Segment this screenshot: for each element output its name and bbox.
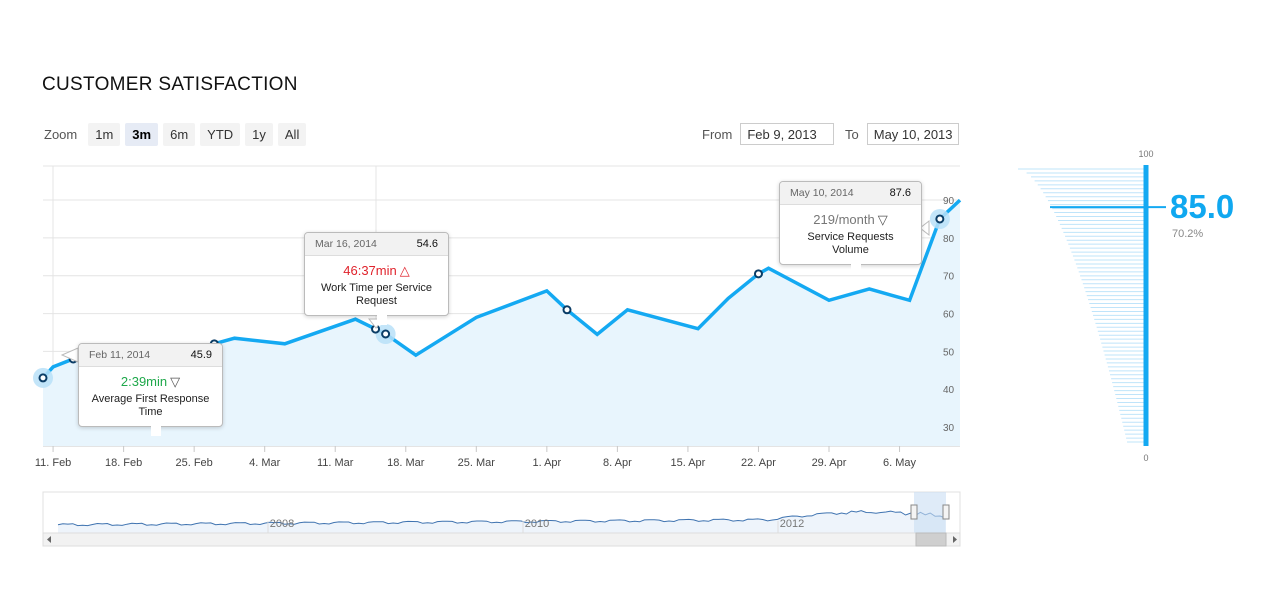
data-marker	[38, 373, 48, 383]
tooltip-request-volume: May 10, 2014 87.6 219/month ▽ Service Req…	[779, 181, 922, 274]
y-tick-label: 50	[943, 347, 955, 358]
tooltip-work-time: Mar 16, 2014 54.6 46:37min △ Work Time pe…	[304, 232, 449, 325]
tooltip-date: Feb 11, 2014	[89, 349, 151, 361]
x-tick-label: 29. Apr	[812, 457, 847, 469]
x-tick-label: 6. May	[883, 457, 917, 469]
navigator-year-label: 2012	[780, 518, 804, 530]
y-tick-label: 80	[943, 234, 955, 245]
triangle-up-icon: △	[399, 263, 410, 278]
gauge-percent: 70.2%	[1172, 228, 1204, 240]
tooltip-value: 45.9	[190, 349, 212, 361]
y-tick-label: 60	[943, 310, 955, 321]
x-tick-label: 25. Feb	[175, 457, 212, 469]
tooltip-label: Average First Response Time	[91, 393, 210, 418]
tooltip-metric: 2:39min	[120, 374, 168, 389]
triangle-down-icon: ▽	[170, 374, 181, 389]
x-tick-label: 18. Mar	[387, 457, 425, 469]
navigator-right-handle	[942, 504, 950, 520]
x-tick-label: 1. Apr	[532, 457, 561, 469]
x-tick-label: 18. Feb	[105, 457, 142, 469]
x-tick-label: 11. Feb	[35, 457, 72, 469]
main-chart[interactable]: 30 40 50 60 70 80 90 11. Feb 18. Feb 25. Feb 4. Ma…	[0, 0, 1280, 600]
triangle-down-icon: ▽	[877, 212, 888, 227]
gauge-max-label: 100	[1138, 149, 1153, 159]
navigator-year-label: 2010	[525, 518, 549, 530]
y-tick-label: 70	[943, 272, 955, 283]
tooltip-label: Work Time per Service Request	[320, 282, 433, 307]
x-tick-label: 15. Apr	[670, 457, 705, 469]
gauge-value: 85.0	[1170, 188, 1235, 225]
scrollbar-thumb	[915, 532, 947, 547]
x-tick-label: 8. Apr	[603, 457, 632, 469]
tooltip-value: 87.6	[889, 187, 911, 199]
x-tick-label: 11. Mar	[317, 457, 354, 469]
data-marker	[562, 305, 572, 315]
data-marker	[753, 269, 763, 279]
y-tick-label: 40	[943, 385, 955, 396]
gauge: 100 0	[1018, 149, 1166, 463]
y-tick-label: 90	[943, 196, 955, 207]
navigator-selection	[914, 492, 946, 533]
x-tick-label: 4. Mar	[249, 457, 281, 469]
y-tick-label: 30	[943, 423, 955, 434]
tooltip-metric-unit: /month	[834, 212, 875, 227]
x-tick-label: 22. Apr	[741, 457, 776, 469]
scrollbar-track	[42, 532, 961, 547]
x-tick-label: 25. Mar	[458, 457, 496, 469]
tooltip-label: Service Requests Volume	[807, 231, 894, 256]
navigator-left-handle	[910, 504, 918, 520]
tooltip-date: May 10, 2014	[790, 187, 854, 199]
tooltip-metric: 219	[813, 212, 835, 227]
tooltip-date: Mar 16, 2014	[315, 238, 377, 250]
gauge-min-label: 0	[1143, 453, 1148, 463]
data-marker	[935, 214, 945, 224]
navigator[interactable]: 2008 2010 2012	[42, 491, 961, 547]
navigator-year-label: 2008	[270, 518, 294, 530]
tooltip-value: 54.6	[416, 238, 438, 250]
data-marker	[381, 329, 391, 339]
tooltip-metric: 46:37min	[343, 263, 397, 278]
tooltip-first-response: Feb 11, 2014 45.9 2:39min ▽ Average First…	[78, 343, 223, 436]
